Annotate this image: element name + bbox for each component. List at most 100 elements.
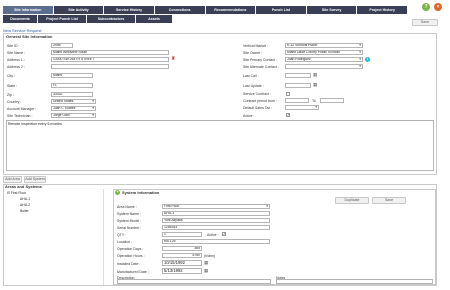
state-label: State :: [7, 84, 18, 88]
general-site-info-title: General Site Information: [6, 34, 53, 39]
tab-project-history[interactable]: Project History: [357, 6, 407, 14]
location-label: Location :: [117, 240, 133, 244]
contact-info-icon[interactable]: i: [365, 57, 370, 62]
system-model-field[interactable]: York Airpack: [162, 218, 270, 223]
tab-service-history[interactable]: Service History: [104, 6, 154, 14]
qty-field[interactable]: 1: [162, 232, 202, 237]
tab-documents[interactable]: Documents: [3, 15, 37, 23]
operation-days-field[interactable]: 365: [162, 246, 202, 251]
account-manager-label: Account Manager :: [7, 107, 37, 111]
tab-site-activity[interactable]: Site Activity: [53, 6, 104, 14]
contract-from-field[interactable]: [285, 98, 309, 103]
last-update-field[interactable]: [285, 83, 311, 88]
city-label: City :: [7, 74, 15, 78]
last-call-field[interactable]: [285, 73, 311, 78]
tabs-row-2: Documents Project Punch List Subcontract…: [3, 15, 407, 23]
installed-date-field[interactable]: 10/15/1992: [162, 260, 202, 266]
last-call-label: Last Call :: [243, 74, 259, 78]
tab-connections[interactable]: Connections: [154, 6, 205, 14]
calendar-icon[interactable]: ▦: [313, 82, 317, 87]
area-name-select[interactable]: First Floor: [162, 204, 270, 209]
add-area-button[interactable]: Add Area: [3, 176, 22, 183]
site-name-label: Site Name :: [7, 51, 26, 55]
contract-period-label: Contract period from :: [243, 99, 277, 103]
area-name-label: Area Name :: [117, 205, 137, 209]
alternate-contact-select[interactable]: [285, 64, 363, 69]
calendar-icon[interactable]: ▦: [313, 72, 317, 77]
primary-contact-label: Site Primary Contact :: [243, 58, 278, 62]
site-id-label: Site ID :: [7, 44, 20, 48]
vertical-market-select[interactable]: K-12 Schools Public: [285, 43, 363, 48]
contract-to-label: To: [312, 99, 316, 103]
alternate-contact-label: Site Alternate Contact :: [243, 65, 279, 69]
calendar-icon[interactable]: ▦: [204, 268, 208, 273]
question-icon[interactable]: ?: [422, 3, 430, 11]
tab-project-punch-list[interactable]: Project Punch List: [38, 15, 86, 23]
system-save-button[interactable]: Save: [372, 197, 406, 204]
tab-punch-list[interactable]: Punch List: [256, 6, 306, 14]
site-notes-textarea[interactable]: Remote inspection every 6 months: [6, 120, 434, 171]
operation-hours-field[interactable]: 8760: [162, 253, 202, 258]
calendar-icon[interactable]: ▦: [204, 260, 208, 265]
last-update-label: Last Update :: [243, 84, 264, 88]
tab-recommendations[interactable]: Recommendations: [205, 6, 256, 14]
service-contract-checkbox[interactable]: [286, 92, 290, 96]
primary-contact-select[interactable]: Juan Rodriguez: [285, 57, 363, 62]
serial-number-label: Serial Number :: [117, 226, 142, 230]
site-id-field[interactable]: 2996: [51, 43, 73, 48]
site-technician-label: Site Technician :: [7, 114, 33, 118]
site-owner-label: Site Owner :: [243, 51, 263, 55]
site-name-field[interactable]: Miami Westview South: [51, 50, 169, 55]
address2-field[interactable]: [51, 64, 169, 69]
add-system-button[interactable]: Add System: [24, 176, 46, 183]
tabs-row-1: Site Information Site Activity Service H…: [3, 6, 407, 14]
system-active-label: Active :: [207, 233, 219, 237]
operation-hours-unit: (h/ann): [204, 254, 216, 258]
save-button[interactable]: Save: [412, 19, 438, 26]
site-owner-select[interactable]: Miami Dade County Public Schools: [285, 50, 363, 55]
address1-field[interactable]: 13000 SW 264TH STREET: [51, 57, 169, 62]
site-technician-select[interactable]: Jorge Garll: [51, 113, 96, 118]
manufactured-date-label: Manufactured Date :: [117, 270, 149, 274]
country-select[interactable]: United States: [51, 99, 96, 104]
address2-label: Address 2 :: [7, 65, 25, 69]
map-pin-icon[interactable]: ♜: [171, 57, 175, 62]
plus-icon[interactable]: +: [115, 190, 120, 195]
address1-label: Address 1 :: [7, 58, 25, 62]
state-field[interactable]: FL: [51, 83, 93, 88]
service-contract-label: Service Contract :: [243, 92, 271, 96]
close-icon[interactable]: ×: [434, 3, 442, 11]
qty-label: QTY :: [117, 233, 127, 237]
system-model-label: System Model :: [117, 219, 142, 223]
tab-site-information[interactable]: Site Information: [3, 6, 53, 14]
default-sales-tax-label: Default Sales Tax :: [243, 106, 273, 110]
tree-item-ahu-2[interactable]: AHU-2: [20, 203, 30, 207]
serial-number-field[interactable]: 1256344: [162, 225, 270, 230]
system-notes-textarea[interactable]: [276, 279, 433, 284]
system-name-field[interactable]: AHU-1: [162, 211, 270, 216]
tab-assets[interactable]: Assets: [136, 15, 172, 23]
active-checkbox[interactable]: ✓: [286, 113, 290, 117]
tree-item-ahu-1[interactable]: AHU-1: [20, 197, 30, 201]
location-field[interactable]: RB-125: [162, 239, 270, 244]
tree-item-boiler[interactable]: Boiler: [20, 209, 29, 213]
system-name-label: System Name :: [117, 212, 141, 216]
duplicate-button[interactable]: Duplicate: [335, 197, 369, 204]
zip-field[interactable]: 33032: [51, 92, 93, 97]
account-manager-select[interactable]: Juan C Suarez: [51, 106, 96, 111]
manufactured-date-field[interactable]: 5/13/1992: [162, 268, 202, 274]
operation-hours-label: Operation Hours :: [117, 254, 145, 258]
tree-item-label: First Floor: [10, 191, 27, 195]
expand-icon[interactable]: ⊟: [7, 191, 10, 195]
contract-to-field[interactable]: [320, 98, 344, 103]
areas-tree: [4, 189, 104, 285]
default-sales-tax-select[interactable]: [285, 105, 319, 110]
vertical-market-label: Vertical Market :: [243, 44, 269, 48]
active-label: Active :: [243, 114, 255, 118]
description-textarea[interactable]: [117, 279, 271, 284]
tab-subcontractors[interactable]: Subcontractors: [87, 15, 135, 23]
tree-item-first-floor[interactable]: ⊟ First Floor: [7, 191, 26, 195]
city-field[interactable]: Miami: [51, 73, 93, 78]
system-active-checkbox[interactable]: ✓: [222, 232, 226, 236]
tab-site-survey[interactable]: Site Survey: [306, 6, 357, 14]
